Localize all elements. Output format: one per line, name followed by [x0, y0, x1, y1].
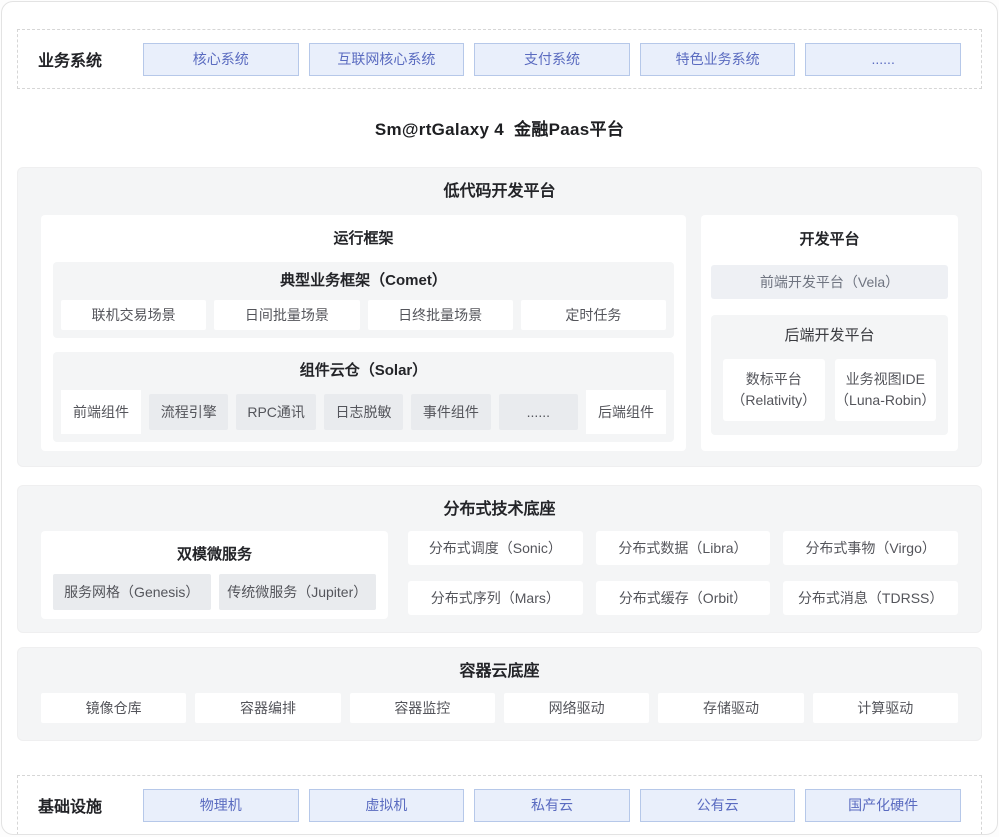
comet-framework-panel: 典型业务框架（Comet） 联机交易场景 日间批量场景 日终批量场景 定时任务: [53, 262, 674, 338]
chip-container-monitoring: 容器监控: [350, 693, 495, 723]
chip-image-registry: 镜像仓库: [41, 693, 186, 723]
business-systems-row: 业务系统 核心系统 互联网核心系统 支付系统 特色业务系统 ......: [17, 29, 982, 89]
business-systems-chips: 核心系统 互联网核心系统 支付系统 特色业务系统 ......: [143, 43, 961, 76]
comet-framework-title: 典型业务框架（Comet）: [61, 270, 666, 300]
architecture-diagram: 业务系统 核心系统 互联网核心系统 支付系统 特色业务系统 ...... Sm@…: [1, 1, 998, 835]
low-code-platform-title: 低代码开发平台: [41, 168, 958, 201]
chip-core-system: 核心系统: [143, 43, 299, 76]
chip-log-masking: 日志脱敏: [324, 394, 403, 430]
chip-rpc-communication: RPC通讯: [236, 394, 315, 430]
chip-online-transaction-scene: 联机交易场景: [61, 300, 206, 330]
chip-end-of-day-batch-scene: 日终批量场景: [368, 300, 513, 330]
infrastructure-chips: 物理机 虚拟机 私有云 公有云 国产化硬件: [143, 789, 961, 822]
backend-dev-platform-panel: 后端开发平台 数标平台 （Relativity） 业务视图IDE （Luna-R…: [711, 315, 948, 435]
card-distributed-data-libra: 分布式数据（Libra）: [596, 531, 771, 565]
container-base-title: 容器云底座: [41, 648, 958, 681]
dual-mode-microservice-panel: 双模微服务 服务网格（Genesis） 传统微服务（Jupiter）: [41, 531, 388, 619]
card-distributed-cache-orbit: 分布式缓存（Orbit）: [596, 581, 771, 615]
chip-compute-driver: 计算驱动: [813, 693, 958, 723]
card-line2: （Luna-Robin）: [835, 390, 935, 411]
chip-traditional-microservice-jupiter: 传统微服务（Jupiter）: [219, 574, 377, 610]
chip-process-engine: 流程引擎: [149, 394, 228, 430]
chip-private-cloud: 私有云: [474, 789, 630, 822]
chip-service-mesh-genesis: 服务网格（Genesis）: [53, 574, 211, 610]
chip-event-component: 事件组件: [411, 394, 490, 430]
dev-platform-title: 开发平台: [711, 225, 948, 259]
chip-scheduled-task: 定时任务: [521, 300, 666, 330]
card-business-view-ide-luna-robin: 业务视图IDE （Luna-Robin）: [835, 359, 937, 421]
distributed-base-title: 分布式技术底座: [41, 486, 958, 519]
chip-network-driver: 网络驱动: [504, 693, 649, 723]
card-distributed-transaction-virgo: 分布式事物（Virgo）: [783, 531, 958, 565]
card-distributed-message-tdrss: 分布式消息（TDRSS）: [783, 581, 958, 615]
container-base-section: 容器云底座 镜像仓库 容器编排 容器监控 网络驱动 存储驱动 计算驱动: [17, 647, 982, 741]
infrastructure-row: 基础设施 物理机 虚拟机 私有云 公有云 国产化硬件: [17, 775, 982, 835]
runtime-framework-panel: 运行框架 典型业务框架（Comet） 联机交易场景 日间批量场景 日终批量场景 …: [41, 215, 686, 451]
distributed-cards-grid: 分布式调度（Sonic） 分布式数据（Libra） 分布式事物（Virgo） 分…: [408, 531, 958, 619]
card-line2: （Relativity）: [731, 390, 816, 411]
chip-intraday-batch-scene: 日间批量场景: [214, 300, 359, 330]
card-distributed-sequence-mars: 分布式序列（Mars）: [408, 581, 583, 615]
chip-domestic-hardware: 国产化硬件: [805, 789, 961, 822]
infrastructure-label: 基础设施: [38, 793, 126, 817]
platform-title: Sm@rtGalaxy 4 金融Paas平台: [17, 115, 982, 140]
dev-platform-panel: 开发平台 前端开发平台（Vela） 后端开发平台 数标平台 （Relativit…: [701, 215, 958, 451]
backend-dev-platform-title: 后端开发平台: [723, 327, 936, 359]
card-line1: 数标平台: [746, 369, 802, 390]
chip-more-components-ellipsis: ......: [499, 394, 578, 430]
chip-payment-system: 支付系统: [474, 43, 630, 76]
low-code-platform-section: 低代码开发平台 运行框架 典型业务框架（Comet） 联机交易场景 日间批量场景…: [17, 167, 982, 467]
chip-public-cloud: 公有云: [640, 789, 796, 822]
solar-component-panel: 组件云仓（Solar） 前端组件 流程引擎 RPC通讯 日志脱敏 事件组件 ..…: [53, 352, 674, 442]
runtime-framework-title: 运行框架: [53, 224, 674, 258]
chip-backend-components: 后端组件: [586, 390, 666, 434]
chip-storage-driver: 存储驱动: [658, 693, 803, 723]
chip-frontend-dev-platform-vela: 前端开发平台（Vela）: [711, 265, 948, 299]
solar-component-title: 组件云仓（Solar）: [61, 360, 666, 390]
chip-frontend-components: 前端组件: [61, 390, 141, 434]
business-systems-label: 业务系统: [38, 47, 126, 71]
chip-internet-core-system: 互联网核心系统: [309, 43, 465, 76]
chip-virtual-machine: 虚拟机: [309, 789, 465, 822]
chip-container-orchestration: 容器编排: [195, 693, 340, 723]
card-distributed-scheduling-sonic: 分布式调度（Sonic）: [408, 531, 583, 565]
chip-physical-machine: 物理机: [143, 789, 299, 822]
card-data-standard-platform-relativity: 数标平台 （Relativity）: [723, 359, 825, 421]
dual-mode-microservice-title: 双模微服务: [53, 540, 376, 574]
card-line1: 业务视图IDE: [846, 369, 925, 390]
chip-special-business-system: 特色业务系统: [640, 43, 796, 76]
distributed-base-section: 分布式技术底座 双模微服务 服务网格（Genesis） 传统微服务（Jupite…: [17, 485, 982, 633]
chip-more-systems-ellipsis: ......: [805, 43, 961, 76]
